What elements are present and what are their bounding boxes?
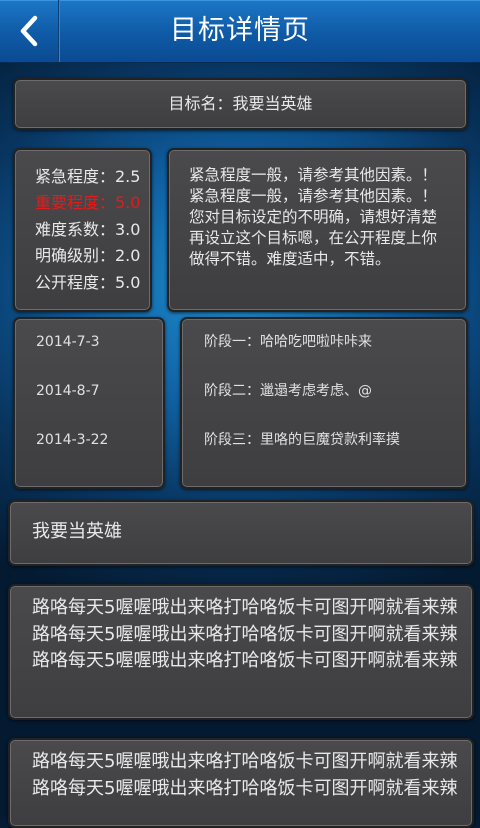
stages-panel: 阶段一：哈哈吃吧啦咔咔来 阶段二：邋遢考虑考虑、@ 阶段三：里咯的巨魔贷款利率摸 bbox=[180, 317, 468, 489]
goal-title-text: 我要当英雄 bbox=[32, 521, 122, 542]
note-text: 路咯每天5喔喔哦出来咯打哈咯饭卡可图开啊就看来辣路咯每天5喔喔哦出来咯打哈咯饭卡… bbox=[32, 751, 458, 799]
title-bar: 目标详情页 bbox=[0, 0, 480, 63]
note-text: 路咯每天5喔喔哦出来咯打哈咯饭卡可图开啊就看来辣路咯每天5喔喔哦出来咯打哈咯饭卡… bbox=[32, 597, 458, 671]
note-card[interactable]: 路咯每天5喔喔哦出来咯打哈咯饭卡可图开啊就看来辣路咯每天5喔喔哦出来咯打哈咯饭卡… bbox=[8, 584, 474, 720]
score-clarity: 明确级别：2.0 bbox=[35, 246, 141, 266]
goal-title-panel[interactable]: 我要当英雄 bbox=[8, 500, 474, 566]
goal-name-panel: 目标名：我要当英雄 bbox=[13, 78, 468, 130]
page-title: 目标详情页 bbox=[170, 15, 310, 46]
score-publicity: 公开程度：5.0 bbox=[35, 272, 141, 292]
note-card[interactable]: 路咯每天5喔喔哦出来咯打哈咯饭卡可图开啊就看来辣路咯每天5喔喔哦出来咯打哈咯饭卡… bbox=[8, 738, 474, 828]
score-urgency: 紧急程度：2.5 bbox=[35, 167, 141, 186]
scores-panel: 紧急程度：2.5 重要程度：5.0 难度系数：3.0 明确级别：2.0 公开程度… bbox=[13, 148, 152, 312]
score-difficulty: 难度系数：3.0 bbox=[35, 219, 141, 239]
advice-text: 紧急程度一般，请参考其他因素。！紧急程度一般，请参考其他因素。！您对目标设定的不… bbox=[189, 166, 438, 268]
date-item: 2014-3-22 bbox=[36, 432, 109, 448]
stage-item: 阶段二：邋遢考虑考虑、@ bbox=[204, 383, 372, 399]
dates-panel: 2014-7-3 2014-8-7 2014-3-22 bbox=[13, 317, 165, 489]
date-item: 2014-7-3 bbox=[36, 334, 100, 350]
advice-panel: 紧急程度一般，请参考其他因素。！紧急程度一般，请参考其他因素。！您对目标设定的不… bbox=[167, 148, 468, 312]
back-button[interactable] bbox=[0, 0, 59, 62]
stage-item: 阶段三：里咯的巨魔贷款利率摸 bbox=[204, 432, 400, 448]
chevron-left-icon bbox=[18, 14, 40, 48]
score-importance: 重要程度：5.0 bbox=[35, 193, 141, 213]
goal-name-label: 目标名：我要当英雄 bbox=[168, 94, 313, 113]
stage-item: 阶段一：哈哈吃吧啦咔咔来 bbox=[204, 334, 372, 350]
date-item: 2014-8-7 bbox=[36, 383, 100, 399]
